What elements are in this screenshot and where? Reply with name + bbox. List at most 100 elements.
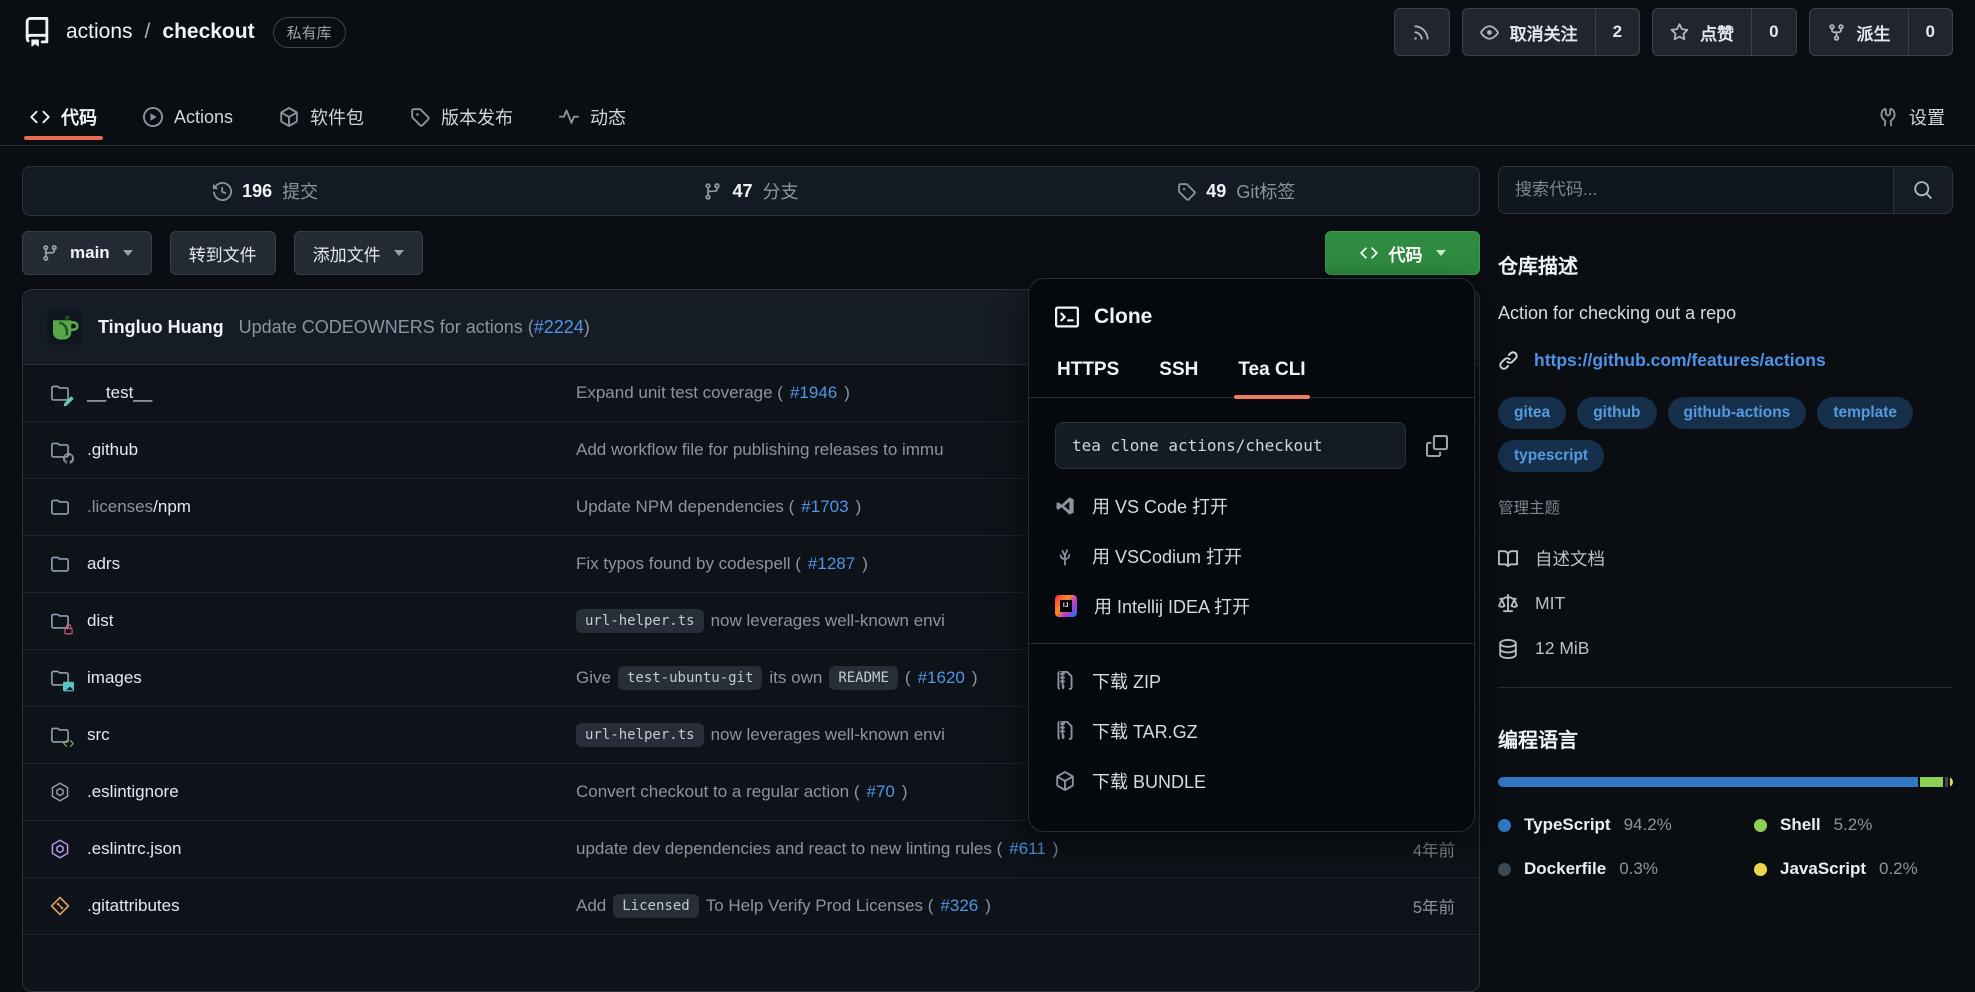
issue-link[interactable]: #2224	[534, 317, 584, 337]
menu-item-下载 TAR.GZ[interactable]: 下载 TAR.GZ	[1055, 706, 1448, 756]
message-text: )	[856, 497, 862, 517]
folder-lock-icon	[47, 611, 73, 631]
file-name[interactable]: .github	[87, 440, 576, 460]
branch-name: main	[70, 243, 110, 263]
file-name[interactable]: dist	[87, 611, 576, 631]
file-row[interactable]: .gitattributesAddLicensedTo Help Verify …	[23, 878, 1479, 935]
copy-icon[interactable]	[1426, 435, 1448, 457]
message-text: To Help Verify Prod Licenses (	[706, 896, 934, 916]
message-text: )	[1053, 839, 1059, 859]
repo-owner-link[interactable]: actions	[66, 20, 133, 44]
chevron-down-icon	[123, 250, 133, 256]
topic-chip-typescript[interactable]: typescript	[1498, 440, 1604, 472]
clone-tab-SSH[interactable]: SSH	[1159, 359, 1198, 397]
message-text: Give	[576, 668, 611, 688]
file-name[interactable]: .licenses/npm	[87, 497, 576, 517]
repo-name-link[interactable]: checkout	[162, 20, 254, 44]
repo-tab-bar: 代码 Actions 软件包版本发布动态 设置	[0, 64, 1975, 146]
clone-panel-divider	[1029, 643, 1474, 644]
tab-label: Actions	[174, 107, 233, 128]
lang-bar-segment-JavaScript[interactable]	[1950, 777, 1953, 787]
file-name[interactable]: .eslintignore	[87, 782, 576, 802]
clone-tab-Tea CLI[interactable]: Tea CLI	[1238, 359, 1305, 397]
language-bar[interactable]	[1498, 777, 1953, 787]
issue-link[interactable]: #1620	[918, 668, 965, 688]
branch-toolbar: main 转到文件 添加文件 代码	[22, 231, 1480, 275]
tab-Actions[interactable]: Actions	[143, 89, 233, 145]
branch-icon	[703, 182, 722, 201]
star-button[interactable]: 点赞 0	[1652, 8, 1796, 56]
clone-dropdown-panel: Clone HTTPS SSH Tea CLI tea clone actions/…	[1028, 278, 1475, 832]
menu-item-用 Intellij IDEA 打开[interactable]: IJ用 Intellij IDEA 打开	[1055, 581, 1448, 631]
tab-软件包[interactable]: 软件包	[279, 89, 364, 145]
lang-bar-segment-TypeScript[interactable]	[1498, 777, 1918, 787]
meta-item-book[interactable]: 自述文档	[1498, 536, 1953, 581]
tab-代码[interactable]: 代码	[30, 89, 97, 145]
commit-message[interactable]: Update CODEOWNERS for actions (#2224)	[239, 317, 590, 338]
menu-item-用 VSCodium 打开[interactable]: 用 VSCodium 打开	[1055, 531, 1448, 581]
tab-settings[interactable]: 设置	[1878, 89, 1945, 145]
file-commit-message[interactable]: AddLicensedTo Help Verify Prod Licenses …	[576, 894, 1345, 918]
file-name[interactable]: adrs	[87, 554, 576, 574]
issue-link[interactable]: #70	[866, 782, 894, 802]
legend-item-Shell[interactable]: Shell5.2%	[1754, 815, 1953, 835]
file-name[interactable]: images	[87, 668, 576, 688]
clone-command-input[interactable]: tea clone actions/checkout	[1055, 422, 1406, 469]
watch-count[interactable]: 2	[1595, 9, 1639, 55]
website-link[interactable]: https://github.com/features/actions	[1534, 350, 1826, 371]
file-commit-message[interactable]: update dev dependencies and react to new…	[576, 839, 1345, 859]
sidebar-divider	[1498, 687, 1953, 688]
code-download-button[interactable]: 代码	[1325, 231, 1480, 275]
lang-bar-segment-Dockerfile[interactable]	[1945, 777, 1948, 787]
issue-link[interactable]: #326	[940, 896, 978, 916]
issue-link[interactable]: #611	[1009, 839, 1046, 859]
clone-title: Clone	[1094, 305, 1152, 329]
file-name[interactable]: __test__	[87, 383, 576, 403]
topic-chip-gitea[interactable]: gitea	[1498, 397, 1566, 429]
topic-chip-github-actions[interactable]: github-actions	[1668, 397, 1807, 429]
clone-tab-HTTPS[interactable]: HTTPS	[1057, 359, 1119, 397]
unwatch-button[interactable]: 取消关注 2	[1462, 8, 1640, 56]
legend-item-JavaScript[interactable]: JavaScript0.2%	[1754, 859, 1953, 879]
file-name[interactable]: src	[87, 725, 576, 745]
tab-版本发布[interactable]: 版本发布	[410, 89, 513, 145]
fork-count[interactable]: 0	[1908, 9, 1952, 55]
commit-author[interactable]: Tingluo Huang	[98, 317, 224, 338]
legend-lang-name: Dockerfile	[1524, 859, 1606, 879]
repo-header: actions / checkout 私有库 取消关注 2 点赞 0 派生 0	[0, 0, 1975, 64]
stat-label: 提交	[282, 178, 318, 204]
star-count[interactable]: 0	[1751, 9, 1795, 55]
stat-提交[interactable]: 196提交	[23, 178, 508, 204]
stat-分支[interactable]: 47分支	[508, 178, 993, 204]
branch-selector[interactable]: main	[22, 231, 152, 275]
tab-动态[interactable]: 动态	[559, 89, 626, 145]
fork-button[interactable]: 派生 0	[1809, 8, 1953, 56]
chevron-down-icon	[394, 250, 404, 256]
menu-item-下载 ZIP[interactable]: 下载 ZIP	[1055, 656, 1448, 706]
topic-chip-github[interactable]: github	[1577, 397, 1656, 429]
issue-link[interactable]: #1946	[790, 383, 837, 403]
manage-topics-link[interactable]: 管理主题	[1498, 496, 1953, 518]
legend-item-TypeScript[interactable]: TypeScript94.2%	[1498, 815, 1754, 835]
search-button[interactable]	[1893, 167, 1952, 213]
goto-file-button[interactable]: 转到文件	[170, 231, 276, 275]
search-icon	[1913, 180, 1933, 200]
meta-item-database[interactable]: 12 MiB	[1498, 626, 1953, 671]
menu-item-用 VS Code 打开[interactable]: 用 VS Code 打开	[1055, 481, 1448, 531]
stat-Git标签[interactable]: 49Git标签	[994, 178, 1479, 204]
wrench-icon	[1878, 107, 1898, 127]
issue-link[interactable]: #1703	[801, 497, 848, 517]
lang-bar-segment-Shell[interactable]	[1920, 777, 1943, 787]
menu-item-下载 BUNDLE[interactable]: 下载 BUNDLE	[1055, 756, 1448, 806]
meta-item-law[interactable]: MIT	[1498, 581, 1953, 626]
issue-link[interactable]: #1287	[808, 554, 855, 574]
legend-item-Dockerfile[interactable]: Dockerfile0.3%	[1498, 859, 1754, 879]
search-input[interactable]	[1499, 167, 1893, 213]
avatar[interactable]	[47, 309, 83, 345]
rss-button[interactable]	[1394, 8, 1450, 56]
repo-icon	[22, 17, 52, 47]
file-name[interactable]: .gitattributes	[87, 896, 576, 916]
file-name[interactable]: .eslintrc.json	[87, 839, 576, 859]
topic-chip-template[interactable]: template	[1817, 397, 1913, 429]
add-file-button[interactable]: 添加文件	[294, 231, 423, 275]
